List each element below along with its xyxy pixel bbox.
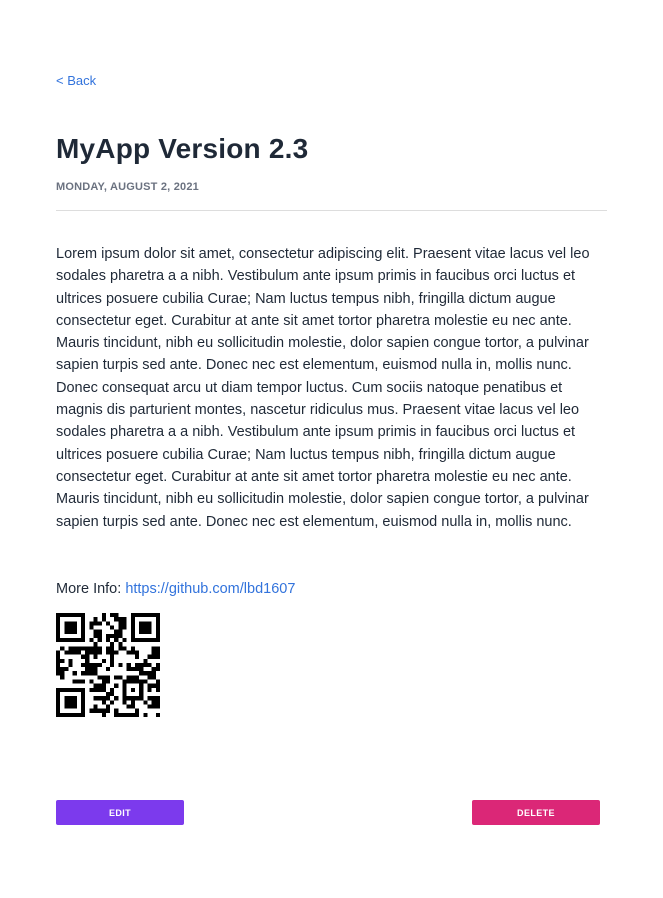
post-body: Lorem ipsum dolor sit amet, consectetur …	[56, 246, 590, 530]
divider	[56, 210, 607, 211]
qr-code-icon	[56, 613, 160, 717]
page-title: MyApp Version 2.3	[56, 133, 309, 164]
more-info: More Info: https://github.com/lbd1607	[56, 581, 295, 597]
post-date: MONDAY, AUGUST 2, 2021	[56, 181, 199, 193]
back-link[interactable]: < Back	[56, 73, 96, 88]
more-info-label: More Info:	[56, 581, 122, 597]
delete-button[interactable]: DELETE	[472, 800, 600, 825]
edit-button[interactable]: EDIT	[56, 800, 184, 825]
more-info-link[interactable]: https://github.com/lbd1607	[125, 581, 295, 597]
